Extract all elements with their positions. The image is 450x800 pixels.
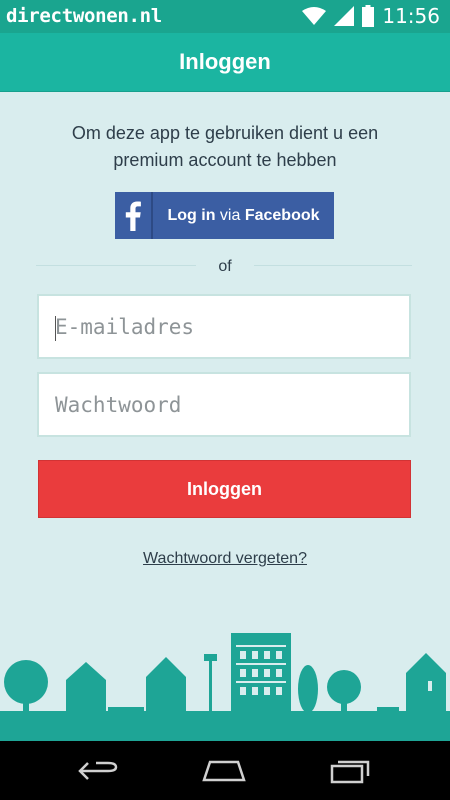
text-cursor <box>55 316 56 341</box>
status-indicators: 11:56 <box>302 4 440 28</box>
recent-apps-icon <box>330 760 370 784</box>
divider-or-text: of <box>196 258 254 275</box>
wifi-icon <box>302 7 327 25</box>
intro-line-1: Om deze app te gebruiken dient u een <box>71 123 379 143</box>
login-button[interactable]: Inloggen <box>38 460 411 518</box>
signal-icon <box>334 6 355 26</box>
facebook-login-label: Log in via Facebook <box>153 207 334 225</box>
email-field-container <box>37 294 411 359</box>
status-app-name: directwonen.nl <box>6 5 162 27</box>
facebook-label-suffix: Facebook <box>244 206 320 224</box>
intro-line-2: premium account te hebben <box>113 150 337 170</box>
forgot-password-link[interactable]: Wachtwoord vergeten? <box>143 550 307 567</box>
password-field-container <box>37 372 411 437</box>
status-time: 11:56 <box>382 4 440 28</box>
skyline-illustration <box>0 633 450 741</box>
battery-icon <box>362 5 375 27</box>
facebook-label-middle: via <box>219 206 241 224</box>
navigation-bar <box>0 741 450 800</box>
home-button[interactable] <box>194 755 254 787</box>
intro-text: Om deze app te gebruiken dient u een pre… <box>0 120 450 174</box>
facebook-login-button[interactable]: Log in via Facebook <box>115 192 334 239</box>
password-field[interactable] <box>39 374 409 435</box>
back-button[interactable] <box>68 755 128 787</box>
page-title: Inloggen <box>179 49 271 74</box>
facebook-label-prefix: Log in <box>167 206 216 224</box>
status-bar: directwonen.nl 11:56 <box>0 0 450 33</box>
back-icon <box>78 761 118 780</box>
email-field[interactable] <box>39 296 409 357</box>
app-bar: Inloggen <box>0 33 450 91</box>
facebook-icon <box>115 192 153 239</box>
forgot-password: Wachtwoord vergeten? <box>0 548 450 568</box>
home-icon <box>202 760 246 782</box>
divider-or: of <box>0 256 450 276</box>
recent-apps-button[interactable] <box>320 755 380 787</box>
